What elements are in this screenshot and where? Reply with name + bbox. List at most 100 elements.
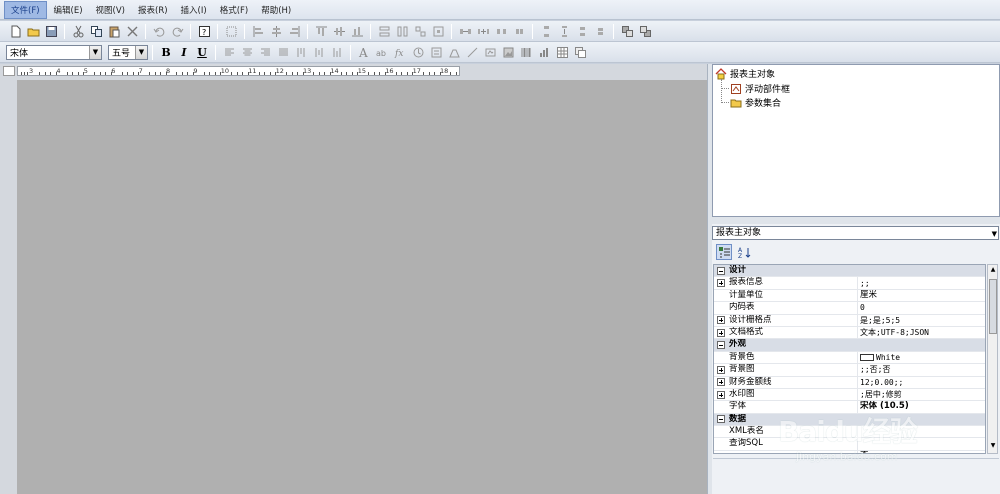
property-row[interactable]: 文档格式 文本;UTF-8;JSON [714,326,985,340]
paste-icon[interactable] [107,24,121,38]
static-text-icon[interactable]: A [357,45,371,59]
v-align-bottom-icon[interactable] [330,45,344,59]
bold-button[interactable]: B [159,46,173,59]
property-category[interactable]: 设计 [714,265,985,278]
expander[interactable] [714,265,727,276]
expander[interactable] [714,277,727,288]
property-value[interactable] [857,438,985,450]
chevron-down-icon[interactable]: ▼ [135,45,147,59]
save-icon[interactable] [44,24,58,38]
free-box-icon[interactable] [447,45,461,59]
property-value[interactable]: ;; [857,277,985,289]
collapse-icon[interactable] [716,341,725,350]
v-align-top-icon[interactable] [294,45,308,59]
property-scrollbar[interactable]: ▲ ▼ [987,264,998,454]
text-align-right-icon[interactable] [258,45,272,59]
open-folder-icon[interactable] [26,24,40,38]
property-value[interactable]: 宋体 (10.5) [857,401,985,413]
align-right-icon[interactable] [287,24,301,38]
bring-front-icon[interactable] [620,24,634,38]
h-space-rm-icon[interactable] [512,24,526,38]
menu-help[interactable]: 帮助(H) [255,2,297,18]
expander[interactable] [714,414,727,425]
design-icon[interactable] [224,24,238,38]
property-row[interactable]: 字体 宋体 (10.5) [714,401,985,414]
property-row[interactable]: 设计栅格点 是;是;5;5 [714,314,985,327]
same-size-icon[interactable] [413,24,427,38]
align-top-icon[interactable] [314,24,328,38]
undo-icon[interactable] [152,24,166,38]
tree-item-floating-frame[interactable]: 浮动部件框 [730,82,790,95]
property-row[interactable]: 背景图 ;;否;否 [714,364,985,377]
redo-icon[interactable] [170,24,184,38]
property-value[interactable]: ;居中;修剪 [857,388,985,401]
menu-format[interactable]: 格式(F) [214,2,255,18]
subreport-icon[interactable] [573,45,587,59]
property-value[interactable]: 0 [857,302,985,314]
collapse-icon[interactable] [716,266,725,275]
expand-icon[interactable] [716,378,725,387]
report-canvas[interactable] [17,80,707,494]
edit-box-icon[interactable]: ab [375,45,389,59]
chevron-down-icon[interactable]: ▼ [89,45,101,59]
v-space-icon[interactable] [539,24,553,38]
property-row[interactable]: XML表名 [714,426,985,439]
horizontal-ruler[interactable]: 3 4 5 6 7 8 9 10 11 12 13 14 15 16 17 18 [17,66,460,76]
tree-item-params[interactable]: 参数集合 [730,96,781,109]
property-value[interactable]: ;;否;否 [857,364,985,376]
chart-icon[interactable] [537,45,551,59]
property-value[interactable]: 否 [857,450,985,453]
property-row[interactable]: 内码表 0 [714,302,985,315]
expand-icon[interactable] [716,390,725,399]
expander[interactable] [714,364,727,375]
property-value[interactable]: 厘米 [857,289,985,302]
v-space-dec-icon[interactable] [575,24,589,38]
font-name-select[interactable]: 宋体 ▼ [6,44,102,60]
object-selector[interactable]: 报表主对象 ▼ [712,226,999,240]
align-bottom-icon[interactable] [350,24,364,38]
collapse-icon[interactable] [716,415,725,424]
system-var-icon[interactable] [411,45,425,59]
menu-report[interactable]: 报表(R) [132,2,174,18]
menu-insert[interactable]: 插入(I) [175,2,213,18]
text-align-center-icon[interactable] [240,45,254,59]
copy-icon[interactable] [89,24,103,38]
line-icon[interactable] [465,45,479,59]
h-space-icon[interactable] [458,24,472,38]
h-space-inc-icon[interactable] [476,24,490,38]
property-category[interactable]: 外观 [714,339,985,352]
property-row[interactable]: 查询SQL [714,438,985,451]
property-row[interactable]: 水印图 ;居中;修剪 [714,388,985,402]
expander[interactable] [714,377,727,388]
expand-icon[interactable] [716,279,725,288]
expander[interactable] [714,389,727,400]
help-icon[interactable]: ? [197,24,211,38]
menu-edit[interactable]: 编辑(E) [48,2,89,18]
same-height-icon[interactable] [395,24,409,38]
property-row[interactable]: 报表信息;; [714,277,985,290]
font-size-select[interactable]: 五号 ▼ [108,44,148,60]
v-space-rm-icon[interactable] [593,24,607,38]
align-middle-icon[interactable] [332,24,346,38]
shape-icon[interactable] [483,45,497,59]
property-category[interactable]: 数据 [714,413,985,427]
h-space-dec-icon[interactable] [494,24,508,38]
center-icon[interactable] [431,24,445,38]
expand-icon[interactable] [716,328,725,337]
menu-view[interactable]: 视图(V) [90,2,131,18]
barcode-icon[interactable] [519,45,533,59]
grid-icon[interactable] [555,45,569,59]
categorized-icon[interactable] [716,244,732,260]
property-row[interactable]: 财务金额线 12;0.00;; [714,376,985,389]
sort-az-icon[interactable]: AZ [736,244,752,260]
expander[interactable] [714,327,727,338]
tree-root[interactable]: 报表主对象 [715,67,775,80]
property-row[interactable]: 计量单位 厘米 [714,289,985,303]
v-space-inc-icon[interactable] [557,24,571,38]
property-value[interactable]: 文本;UTF-8;JSON [857,326,985,339]
property-row[interactable]: 背景色 White [714,351,985,365]
expander[interactable] [714,315,727,326]
property-value[interactable]: White [857,351,985,364]
property-value[interactable] [857,426,985,438]
italic-button[interactable]: I [177,46,191,59]
